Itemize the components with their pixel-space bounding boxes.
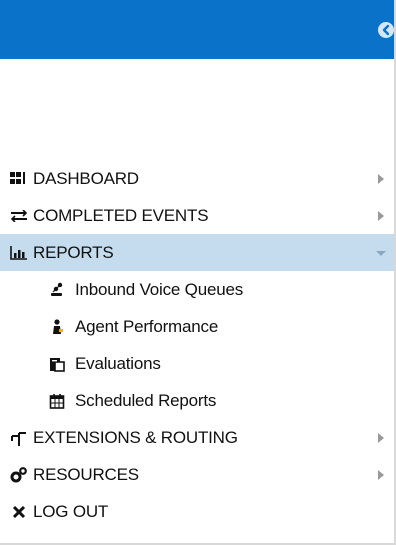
sidebar-item-label: RESOURCES [33,464,139,484]
sidebar-item-resources[interactable]: RESOURCES [0,456,394,493]
sidebar-item-dashboard[interactable]: DASHBOARD [0,160,394,197]
submenu-item-label: Scheduled Reports [75,390,217,410]
sidebar-item-reports[interactable]: REPORTS [0,234,394,271]
submenu-item-label: Evaluations [75,353,161,373]
chevron-right-icon [378,432,384,443]
sidebar-item-label: REPORTS [33,242,114,262]
sidebar-item-label: LOG OUT [33,501,109,521]
calendar-icon [47,393,67,409]
chevron-right-icon [378,173,384,184]
gears-icon [9,466,29,483]
submenu-item-agent-performance[interactable]: Agent Performance [0,308,394,345]
dashboard-grid-icon [9,171,29,187]
chevron-left-circle-icon[interactable] [378,22,394,38]
sidebar-header [0,0,394,59]
sidebar-item-completed-events[interactable]: COMPLETED EVENTS [0,197,394,234]
bar-chart-icon [9,245,29,261]
evaluation-icon [47,356,67,372]
swap-arrows-icon [9,208,29,224]
chevron-right-icon [378,210,384,221]
sidebar-menu: DASHBOARD COMPLETED EVENTS REPORTS Inbou… [0,160,394,530]
submenu-item-inbound-voice-queues[interactable]: Inbound Voice Queues [0,271,394,308]
submenu-item-label: Inbound Voice Queues [75,279,244,299]
queue-icon [47,282,67,298]
routing-fork-icon [9,430,29,446]
chevron-down-icon [376,250,386,256]
submenu-item-scheduled-reports[interactable]: Scheduled Reports [0,382,394,419]
close-x-icon [9,504,29,520]
sidebar-panel: DASHBOARD COMPLETED EVENTS REPORTS Inbou… [0,0,396,545]
sidebar-item-label: EXTENSIONS & ROUTING [33,427,238,447]
chevron-right-icon [378,469,384,480]
sidebar-item-label: DASHBOARD [33,168,139,188]
submenu-item-label: Agent Performance [75,316,219,336]
sidebar-item-extensions-routing[interactable]: EXTENSIONS & ROUTING [0,419,394,456]
sidebar-item-label: COMPLETED EVENTS [33,205,209,225]
agent-icon [47,318,67,335]
submenu-item-evaluations[interactable]: Evaluations [0,345,394,382]
sidebar-item-log-out[interactable]: LOG OUT [0,493,394,530]
